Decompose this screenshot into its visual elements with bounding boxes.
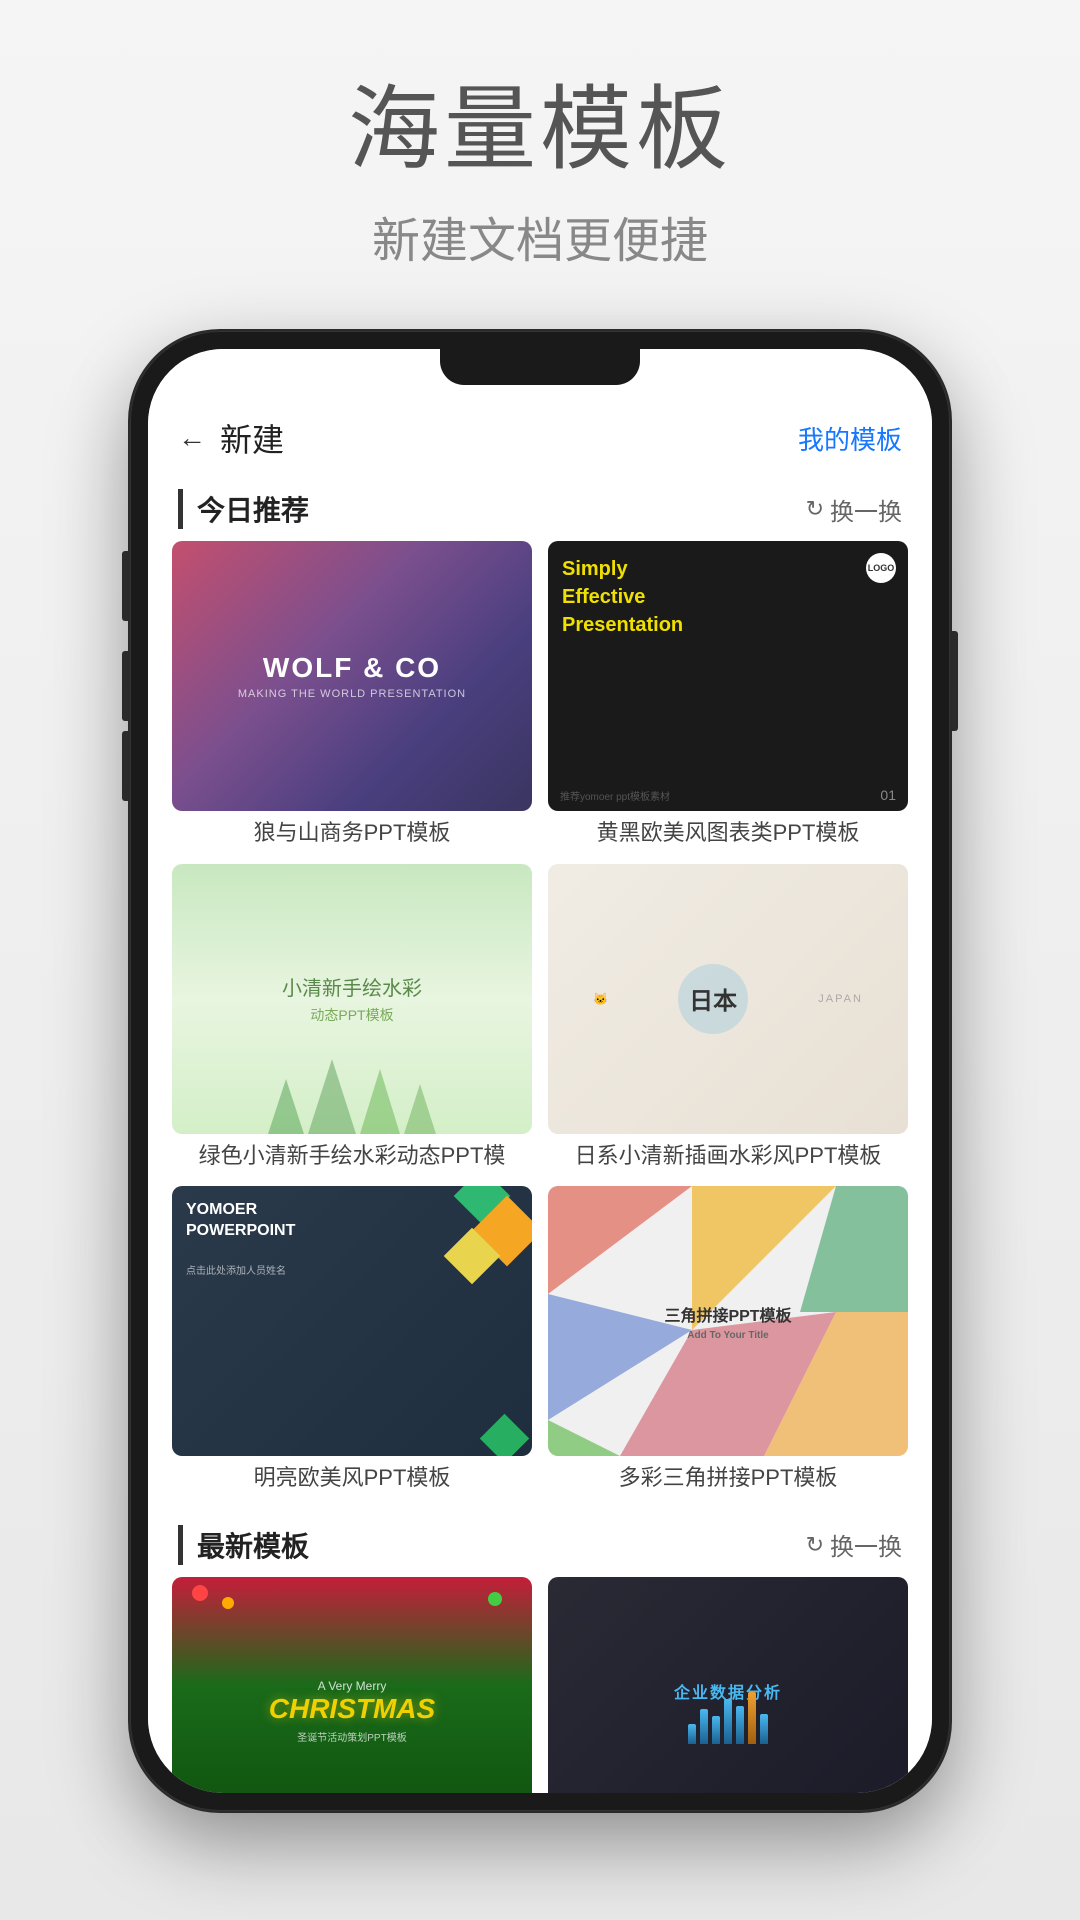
japan-right: JAPAN xyxy=(818,993,863,1005)
sub-title: 新建文档更便捷 xyxy=(348,201,732,271)
thumb-yomoer: YOMOERPOWERPOINT 点击此处添加人员姓名 xyxy=(172,1186,532,1456)
app-bar-left: ← 新建 xyxy=(178,415,284,461)
ornament-icon xyxy=(222,1597,234,1609)
wolf-text: WOLF & CO MAKING THE WORLD PRESENTATION xyxy=(238,652,466,700)
bar-chart-item xyxy=(688,1724,696,1744)
christmas-text: A Very Merry CHRISTMAS 圣诞节活动策划PPT模板 xyxy=(269,1679,435,1744)
template-item-yomoer[interactable]: YOMOERPOWERPOINT 点击此处添加人员姓名 明亮欧美风PPT模板 xyxy=(172,1186,532,1493)
my-template-button[interactable]: 我的模板 xyxy=(798,420,902,457)
bar-chart-item xyxy=(736,1706,744,1744)
yomoer-text: YOMOERPOWERPOINT 点击此处添加人员姓名 xyxy=(186,1200,295,1277)
app-bar: ← 新建 我的模板 xyxy=(148,399,932,473)
template-label-triangle: 多彩三角拼接PPT模板 xyxy=(548,1464,908,1493)
yomoer-diamonds xyxy=(316,1186,532,1456)
thumb-japan: 🐱 日本 JAPAN xyxy=(548,864,908,1134)
tri-text: 三角拼接PPT模板 Add To Your Title xyxy=(664,1302,791,1341)
phone-frame: ← 新建 我的模板 今日推荐 ↻ 换一换 xyxy=(130,331,950,1811)
main-title: 海量模板 xyxy=(348,80,732,181)
phone-wrapper: ← 新建 我的模板 今日推荐 ↻ 换一换 xyxy=(130,331,950,1811)
christmas-title: CHRISTMAS xyxy=(269,1693,435,1725)
wolf-main: WOLF & CO xyxy=(238,652,466,684)
latest-refresh-button[interactable]: ↻ 换一换 xyxy=(806,1527,902,1562)
japan-circle: 日本 xyxy=(678,964,748,1034)
app-content[interactable]: ← 新建 我的模板 今日推荐 ↻ 换一换 xyxy=(148,349,932,1793)
ornament-icon xyxy=(488,1592,502,1606)
diamond-icon xyxy=(480,1414,529,1456)
tri-main: 三角拼接PPT模板 xyxy=(664,1302,791,1326)
today-template-grid: WOLF & CO MAKING THE WORLD PRESENTATION … xyxy=(148,541,932,1509)
today-refresh-label: 换一换 xyxy=(830,492,902,527)
template-label-simply: 黄黑欧美风图表类PPT模板 xyxy=(548,819,908,848)
template-item-data[interactable]: 企业数据分析 企业数据分析PPT模板 xyxy=(548,1577,908,1793)
top-heading: 海量模板 新建文档更便捷 xyxy=(348,0,732,311)
watercolor-title: 小清新手绘水彩 xyxy=(282,972,422,1001)
today-section-title: 今日推荐 xyxy=(178,489,309,529)
thumb-simply: SimplyEffectivePresentation LOGO 01 推荐yo… xyxy=(548,541,908,811)
template-label-wolf: 狼与山商务PPT模板 xyxy=(172,819,532,848)
template-label-watercolor: 绿色小清新手绘水彩动态PPT模 xyxy=(172,1142,532,1171)
notch xyxy=(440,349,640,385)
bar-chart-item xyxy=(760,1714,768,1744)
today-section-header: 今日推荐 ↻ 换一换 xyxy=(148,473,932,541)
japan-cat-illustration: 🐱 xyxy=(593,992,608,1006)
template-item-wolf[interactable]: WOLF & CO MAKING THE WORLD PRESENTATION … xyxy=(172,541,532,848)
bar-chart-item xyxy=(748,1692,756,1744)
template-item-christmas[interactable]: A Very Merry CHRISTMAS 圣诞节活动策划PPT模板 绿色圣诞… xyxy=(172,1577,532,1793)
thumb-data: 企业数据分析 xyxy=(548,1577,908,1793)
simply-bottom: 推荐yomoer ppt模板素材 xyxy=(560,788,670,803)
tri-sub: Add To Your Title xyxy=(664,1330,791,1341)
thumb-wolf: WOLF & CO MAKING THE WORLD PRESENTATION xyxy=(172,541,532,811)
template-label-japan: 日系小清新插画水彩风PPT模板 xyxy=(548,1142,908,1171)
yomoer-sub: 点击此处添加人员姓名 xyxy=(186,1262,295,1277)
phone-screen: ← 新建 我的模板 今日推荐 ↻ 换一换 xyxy=(148,349,932,1793)
tree-icon xyxy=(404,1084,436,1134)
today-refresh-button[interactable]: ↻ 换一换 xyxy=(806,492,902,527)
christmas-main: A Very Merry xyxy=(269,1679,435,1693)
japan-label: JAPAN xyxy=(818,993,863,1005)
template-item-watercolor[interactable]: 小清新手绘水彩 动态PPT模板 绿色小清新手绘水彩动态PPT模 xyxy=(172,864,532,1171)
bar-chart-item xyxy=(712,1716,720,1744)
template-item-japan[interactable]: 🐱 日本 JAPAN 日系小清新插画水彩风PPT模板 xyxy=(548,864,908,1171)
refresh-icon: ↻ xyxy=(806,496,824,522)
latest-template-grid: A Very Merry CHRISTMAS 圣诞节活动策划PPT模板 绿色圣诞… xyxy=(148,1577,932,1793)
template-item-simply[interactable]: SimplyEffectivePresentation LOGO 01 推荐yo… xyxy=(548,541,908,848)
thumb-triangle: 三角拼接PPT模板 Add To Your Title xyxy=(548,1186,908,1456)
bar-chart-item xyxy=(724,1699,732,1744)
tree-icon xyxy=(268,1079,304,1134)
app-bar-title: 新建 xyxy=(220,415,284,461)
back-button[interactable]: ← xyxy=(178,422,206,454)
bar-chart-item xyxy=(700,1709,708,1744)
thumb-christmas: A Very Merry CHRISTMAS 圣诞节活动策划PPT模板 xyxy=(172,1577,532,1793)
tree-icon xyxy=(360,1069,400,1134)
template-item-triangle[interactable]: 三角拼接PPT模板 Add To Your Title 多彩三角拼接PPT模板 xyxy=(548,1186,908,1493)
latest-refresh-label: 换一换 xyxy=(830,1527,902,1562)
refresh-icon-2: ↻ xyxy=(806,1532,824,1558)
data-bars xyxy=(688,1709,768,1744)
wolf-sub: MAKING THE WORLD PRESENTATION xyxy=(238,688,466,700)
simply-logo: LOGO xyxy=(866,553,896,583)
thumb-watercolor: 小清新手绘水彩 动态PPT模板 xyxy=(172,864,532,1134)
tree-icon xyxy=(308,1059,356,1134)
template-label-yomoer: 明亮欧美风PPT模板 xyxy=(172,1464,532,1493)
simply-text: SimplyEffectivePresentation xyxy=(562,555,683,639)
christmas-sub: 圣诞节活动策划PPT模板 xyxy=(269,1729,435,1744)
yomoer-main: YOMOERPOWERPOINT xyxy=(186,1200,295,1242)
watercolor-subtitle: 动态PPT模板 xyxy=(310,1005,393,1025)
latest-section-title: 最新模板 xyxy=(178,1525,309,1565)
latest-section-header: 最新模板 ↻ 换一换 xyxy=(148,1509,932,1577)
simply-num: 01 xyxy=(880,787,896,803)
ornament-icon xyxy=(192,1585,208,1601)
